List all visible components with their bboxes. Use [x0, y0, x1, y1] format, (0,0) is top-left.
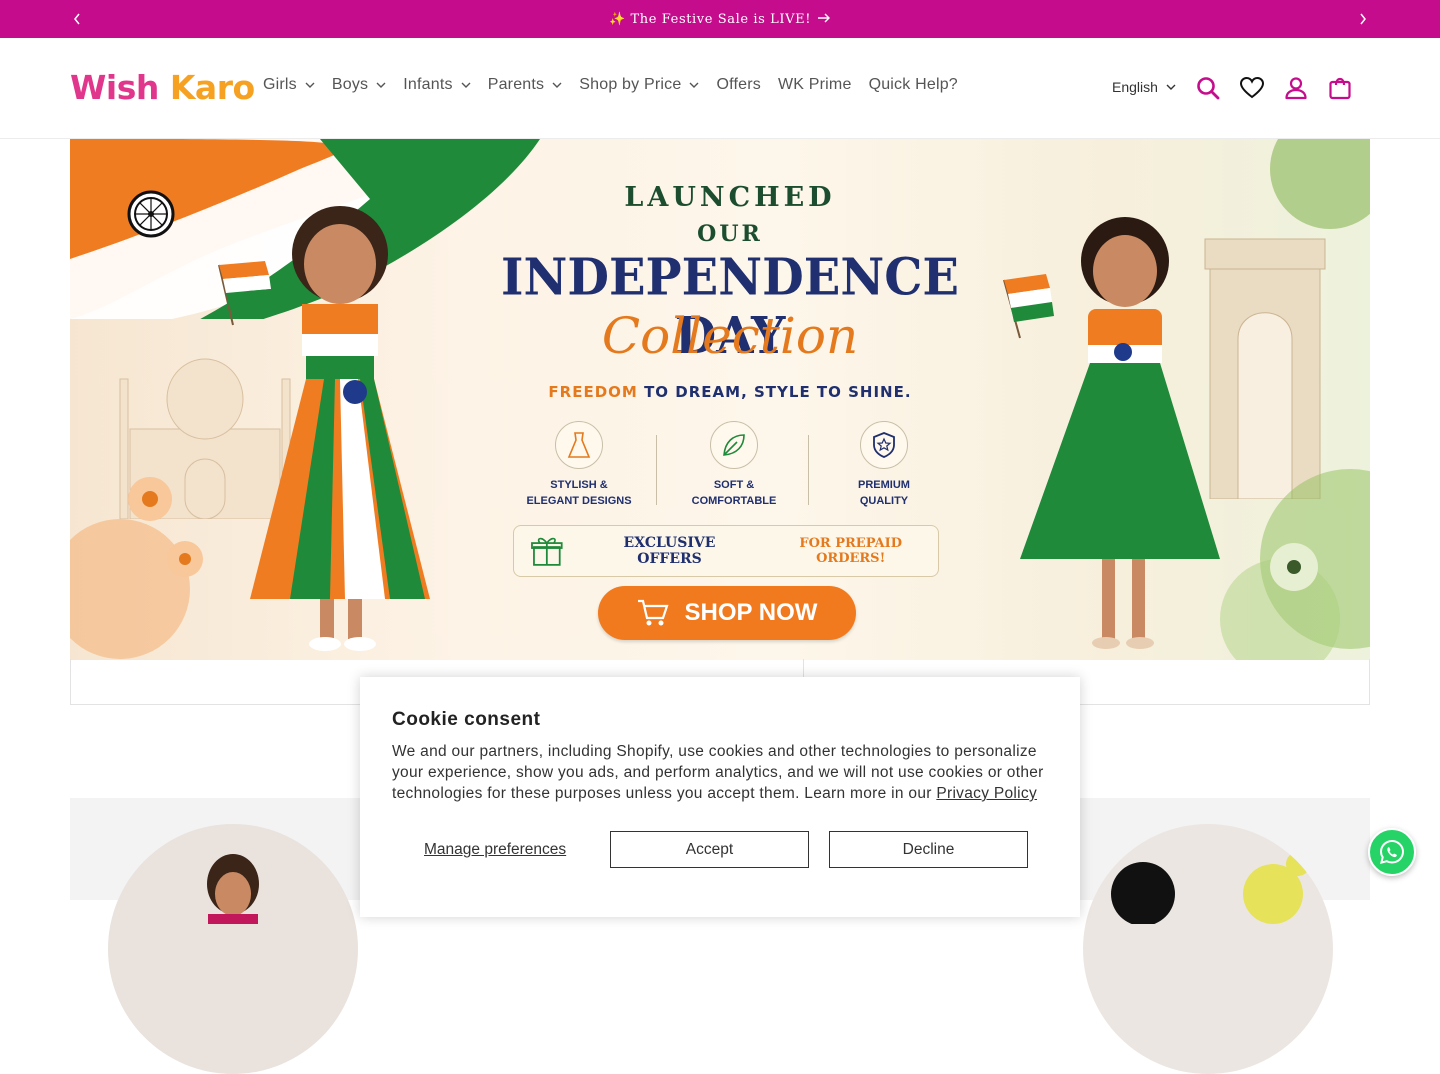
hero-subtitle: Collection: [601, 307, 859, 365]
girl-left-image: [250, 206, 430, 651]
nav-shop-by-price[interactable]: Shop by Price: [579, 76, 699, 94]
shopping-cart-icon: [637, 599, 669, 626]
feature-stylish: STYLISH & ELEGANT DESIGNS: [514, 421, 644, 509]
feature-line2: COMFORTABLE: [691, 495, 777, 507]
chevron-down-icon: [1166, 84, 1176, 90]
feature-line1: STYLISH &: [550, 479, 608, 491]
chevron-down-icon: [552, 82, 562, 88]
nav-infants[interactable]: Infants: [403, 76, 471, 94]
nav-boys[interactable]: Boys: [332, 76, 386, 94]
nav-offers[interactable]: Offers: [716, 76, 760, 94]
foliage-decoration: [1220, 139, 1370, 660]
feature-line1: SOFT &: [713, 479, 755, 491]
heart-icon[interactable]: [1239, 75, 1265, 101]
nav-girls[interactable]: Girls: [263, 76, 315, 94]
feature-divider: [656, 435, 657, 505]
main-nav: Girls Boys Infants Parents Shop by Price…: [263, 76, 975, 94]
leaf-icon: [710, 421, 758, 469]
site-header: Wish Karo Girls Boys Infants Parents Sho…: [0, 38, 1440, 139]
cart-icon[interactable]: [1327, 75, 1353, 101]
flag-small-right: [1003, 274, 1054, 339]
chevron-left-icon[interactable]: [67, 9, 87, 29]
hero-line-launched: LAUNCHED: [624, 182, 836, 213]
ashoka-chakra-icon: [127, 190, 175, 238]
shop-now-button[interactable]: SHOP NOW: [598, 586, 856, 640]
nav-label: Offers: [716, 76, 761, 93]
feature-premium: PREMIUM QUALITY: [819, 421, 949, 509]
search-icon[interactable]: [1195, 75, 1221, 101]
offer-banner: EXCLUSIVE OFFERS FOR PREPAID ORDERS!: [513, 525, 939, 577]
feature-line2: ELEGANT DESIGNS: [526, 495, 632, 507]
announcement-link[interactable]: ✨ The Festive Sale is LIVE!: [609, 12, 831, 27]
user-icon[interactable]: [1283, 75, 1309, 101]
decline-button[interactable]: Decline: [829, 831, 1028, 868]
flag-small-left: [218, 261, 271, 326]
whatsapp-icon: [1379, 839, 1405, 864]
manage-preferences-link[interactable]: Manage preferences: [424, 841, 566, 859]
cookie-body: We and our partners, including Shopify, …: [392, 741, 1048, 804]
category-image-girl[interactable]: [108, 824, 358, 1074]
accept-button[interactable]: Accept: [610, 831, 809, 868]
announcement-text: ✨ The Festive Sale is LIVE!: [608, 11, 812, 27]
shop-now-label: SHOP NOW: [684, 599, 818, 626]
chevron-down-icon: [689, 82, 699, 88]
nav-wk-prime[interactable]: WK Prime: [778, 76, 852, 94]
chevron-down-icon: [461, 82, 471, 88]
arrow-right-icon: [817, 12, 831, 27]
feature-soft: SOFT & COMFORTABLE: [669, 421, 799, 509]
nav-quick-help[interactable]: Quick Help?: [869, 76, 958, 94]
hero-tagline: FREEDOM TO DREAM, STYLE TO SHINE.: [490, 383, 970, 401]
logo[interactable]: Wish Karo: [70, 68, 255, 107]
whatsapp-chat-button[interactable]: [1368, 828, 1416, 876]
offer-title: EXCLUSIVE OFFERS: [623, 535, 716, 567]
nav-label: Shop by Price: [579, 76, 682, 93]
nav-label: Parents: [487, 76, 545, 93]
announcement-bar: ✨ The Festive Sale is LIVE!: [0, 0, 1440, 38]
dress-icon: [555, 421, 603, 469]
offer-subtitle: FOR PREPAID ORDERS!: [799, 536, 902, 566]
nav-parents[interactable]: Parents: [488, 76, 563, 94]
privacy-policy-link[interactable]: Privacy Policy: [936, 785, 1037, 802]
chevron-right-icon[interactable]: [1353, 9, 1373, 29]
feature-line2: QUALITY: [859, 495, 909, 507]
nav-label: WK Prime: [777, 76, 852, 93]
hero-line-our: OUR: [697, 221, 763, 247]
tagline-rest: TO DREAM, STYLE TO SHINE.: [644, 383, 912, 401]
feature-line1: PREMIUM: [858, 479, 910, 491]
nav-label: Boys: [331, 76, 369, 93]
tagline-highlight: FREEDOM: [548, 383, 638, 401]
cookie-consent-dialog: Cookie consent We and our partners, incl…: [360, 677, 1080, 917]
category-image-sunglasses[interactable]: [1083, 824, 1333, 1074]
language-label: English: [1112, 79, 1158, 95]
nav-label: Quick Help?: [868, 76, 958, 93]
chevron-down-icon: [305, 82, 315, 88]
feature-divider: [808, 435, 809, 505]
shield-star-icon: [860, 421, 908, 469]
logo-part-karo: Karo: [169, 68, 255, 107]
chevron-down-icon: [376, 82, 386, 88]
language-selector[interactable]: English: [1112, 79, 1176, 95]
logo-part-wish: Wish: [70, 68, 159, 107]
hero-text-block: LAUNCHED OUR INDEPENDENCE DAY Collection…: [490, 139, 970, 660]
gift-icon: [531, 537, 563, 566]
nav-label: Girls: [263, 76, 297, 93]
hero-banner[interactable]: LAUNCHED OUR INDEPENDENCE DAY Collection…: [70, 139, 1370, 660]
nav-label: Infants: [403, 76, 453, 93]
cookie-title: Cookie consent: [392, 709, 541, 730]
